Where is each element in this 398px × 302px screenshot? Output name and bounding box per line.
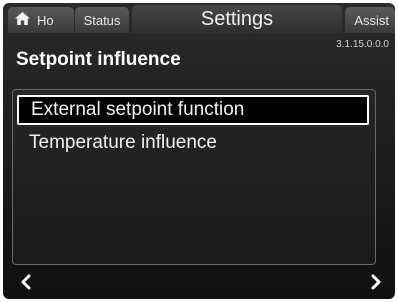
home-icon bbox=[14, 11, 31, 29]
device-screen: Ho Status Settings Assist 3.1.15.0.0.0 S… bbox=[3, 3, 395, 299]
page-title: Setpoint influence bbox=[16, 49, 181, 70]
chevron-left-icon[interactable] bbox=[15, 271, 37, 293]
tab-settings[interactable]: Settings bbox=[132, 5, 342, 33]
tab-home[interactable]: Ho bbox=[8, 7, 74, 33]
tab-status-label: Status bbox=[83, 12, 121, 28]
list-item-temperature-influence[interactable]: Temperature influence bbox=[17, 128, 369, 158]
tab-home-label: Ho bbox=[37, 12, 54, 28]
tab-status[interactable]: Status bbox=[75, 7, 129, 33]
list-item-external-setpoint-function[interactable]: External setpoint function bbox=[17, 95, 369, 125]
list-item-label: External setpoint function bbox=[31, 99, 245, 120]
tab-settings-label: Settings bbox=[200, 7, 274, 30]
version-label: 3.1.15.0.0.0 bbox=[336, 39, 389, 50]
tab-assist[interactable]: Assist bbox=[345, 7, 395, 33]
list-item-label: Temperature influence bbox=[29, 132, 217, 153]
menu-list: External setpoint function Temperature i… bbox=[12, 89, 376, 265]
chevron-right-icon[interactable] bbox=[365, 271, 387, 293]
tab-assist-label: Assist bbox=[354, 12, 389, 28]
